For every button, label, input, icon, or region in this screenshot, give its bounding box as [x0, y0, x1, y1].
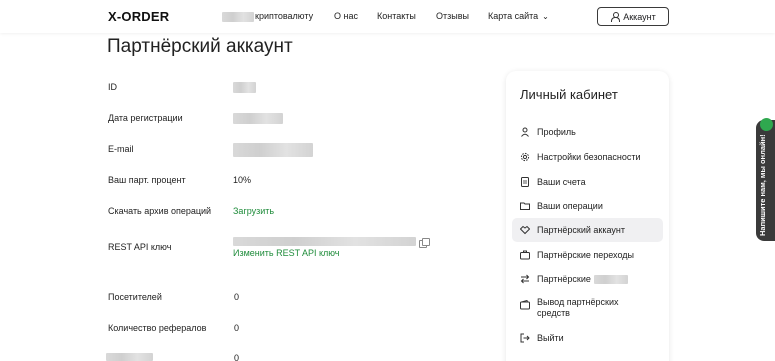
nav-link-contacts[interactable]: Контакты	[377, 11, 416, 21]
archive-label: Скачать архив операций	[108, 206, 212, 216]
sidebar-item-label: Профиль	[537, 127, 576, 137]
api-key-value-blurred	[233, 237, 416, 246]
online-chat-label[interactable]: Напишите нам, мы онлайн!	[758, 134, 767, 236]
sidebar-item-partner-exchanges[interactable]: Партнёрские	[512, 267, 663, 291]
account-button-label: Аккаунт	[623, 11, 656, 22]
nav-link-reviews[interactable]: Отзывы	[436, 11, 469, 21]
nav-link-about[interactable]: О нас	[334, 11, 358, 21]
page-title: Партнёрский аккаунт	[107, 36, 293, 57]
chevron-down-icon: ⌄	[542, 12, 549, 21]
hidden-row-label-blurred	[106, 353, 153, 361]
hidden-row-value: 0	[234, 353, 240, 361]
wallet-icon	[520, 300, 530, 310]
nav-link-sitemap[interactable]: Карта сайта ⌄	[488, 11, 549, 21]
sidebar-item-label: Выйти	[537, 333, 564, 343]
nav-link-buy-crypto[interactable]: криптовалюту	[255, 11, 313, 21]
email-label: E-mail	[108, 144, 134, 154]
site-logo[interactable]: X-ORDER	[108, 9, 169, 24]
handshake-icon	[520, 225, 530, 235]
download-archive-link[interactable]: Загрузить	[233, 206, 274, 216]
percent-label: Ваш парт. процент	[108, 175, 186, 185]
sidebar-item-security[interactable]: Настройки безопасности	[512, 145, 663, 169]
nav-link-blurred-word	[222, 12, 254, 22]
sidebar-item-withdraw[interactable]: Вывод партнёрских средств	[512, 296, 663, 322]
online-status-dot	[760, 118, 773, 131]
referrals-value: 0	[234, 323, 240, 333]
folder-icon	[520, 201, 530, 211]
sidebar-item-blurred-word	[593, 274, 628, 284]
reg-date-label: Дата регистрации	[108, 113, 183, 123]
user-icon	[610, 12, 621, 22]
account-button[interactable]: Аккаунт	[597, 7, 669, 26]
top-navbar: X-ORDER криптовалюту О нас Контакты Отзы…	[0, 0, 775, 33]
sidebar-item-partner-account[interactable]: Партнёрский аккаунт	[512, 218, 663, 242]
sidebar-item-label: Ваши операции	[537, 201, 603, 211]
logout-icon	[520, 333, 530, 343]
sidebar-item-label: Вывод партнёрских средств	[537, 297, 619, 318]
sidebar-item-partner-clicks[interactable]: Партнёрские переходы	[512, 243, 663, 267]
referrals-label: Количество рефералов	[108, 323, 207, 333]
document-icon	[520, 177, 530, 187]
visitors-label: Посетителей	[108, 292, 162, 302]
exchange-icon	[520, 274, 530, 284]
gear-icon	[520, 152, 530, 162]
sitemap-label: Карта сайта	[488, 11, 539, 21]
email-value-blurred	[233, 143, 313, 157]
id-label: ID	[108, 82, 117, 92]
percent-value: 10%	[233, 175, 252, 185]
sidebar-item-logout[interactable]: Выйти	[512, 326, 663, 350]
reg-date-value-blurred	[233, 113, 283, 124]
sidebar-item-operations[interactable]: Ваши операции	[512, 194, 663, 218]
sidebar-title: Личный кабинет	[520, 87, 618, 102]
briefcase-icon	[520, 250, 530, 260]
sidebar-item-label: Партнёрский аккаунт	[537, 225, 625, 235]
sidebar-item-accounts[interactable]: Ваши счета	[512, 170, 663, 194]
copy-icon[interactable]	[419, 238, 430, 248]
sidebar-item-label: Настройки безопасности	[537, 152, 641, 162]
id-value-blurred	[233, 82, 256, 93]
user-icon	[520, 127, 530, 137]
sidebar-item-label: Ваши счета	[537, 177, 586, 187]
sidebar-item-profile[interactable]: Профиль	[512, 120, 663, 144]
api-key-label: REST API ключ	[108, 242, 172, 252]
change-api-key-link[interactable]: Изменить REST API ключ	[233, 248, 339, 258]
visitors-value: 0	[234, 292, 240, 302]
sidebar-item-label: Партнёрские	[537, 274, 591, 284]
sidebar-item-label: Партнёрские переходы	[537, 250, 634, 260]
